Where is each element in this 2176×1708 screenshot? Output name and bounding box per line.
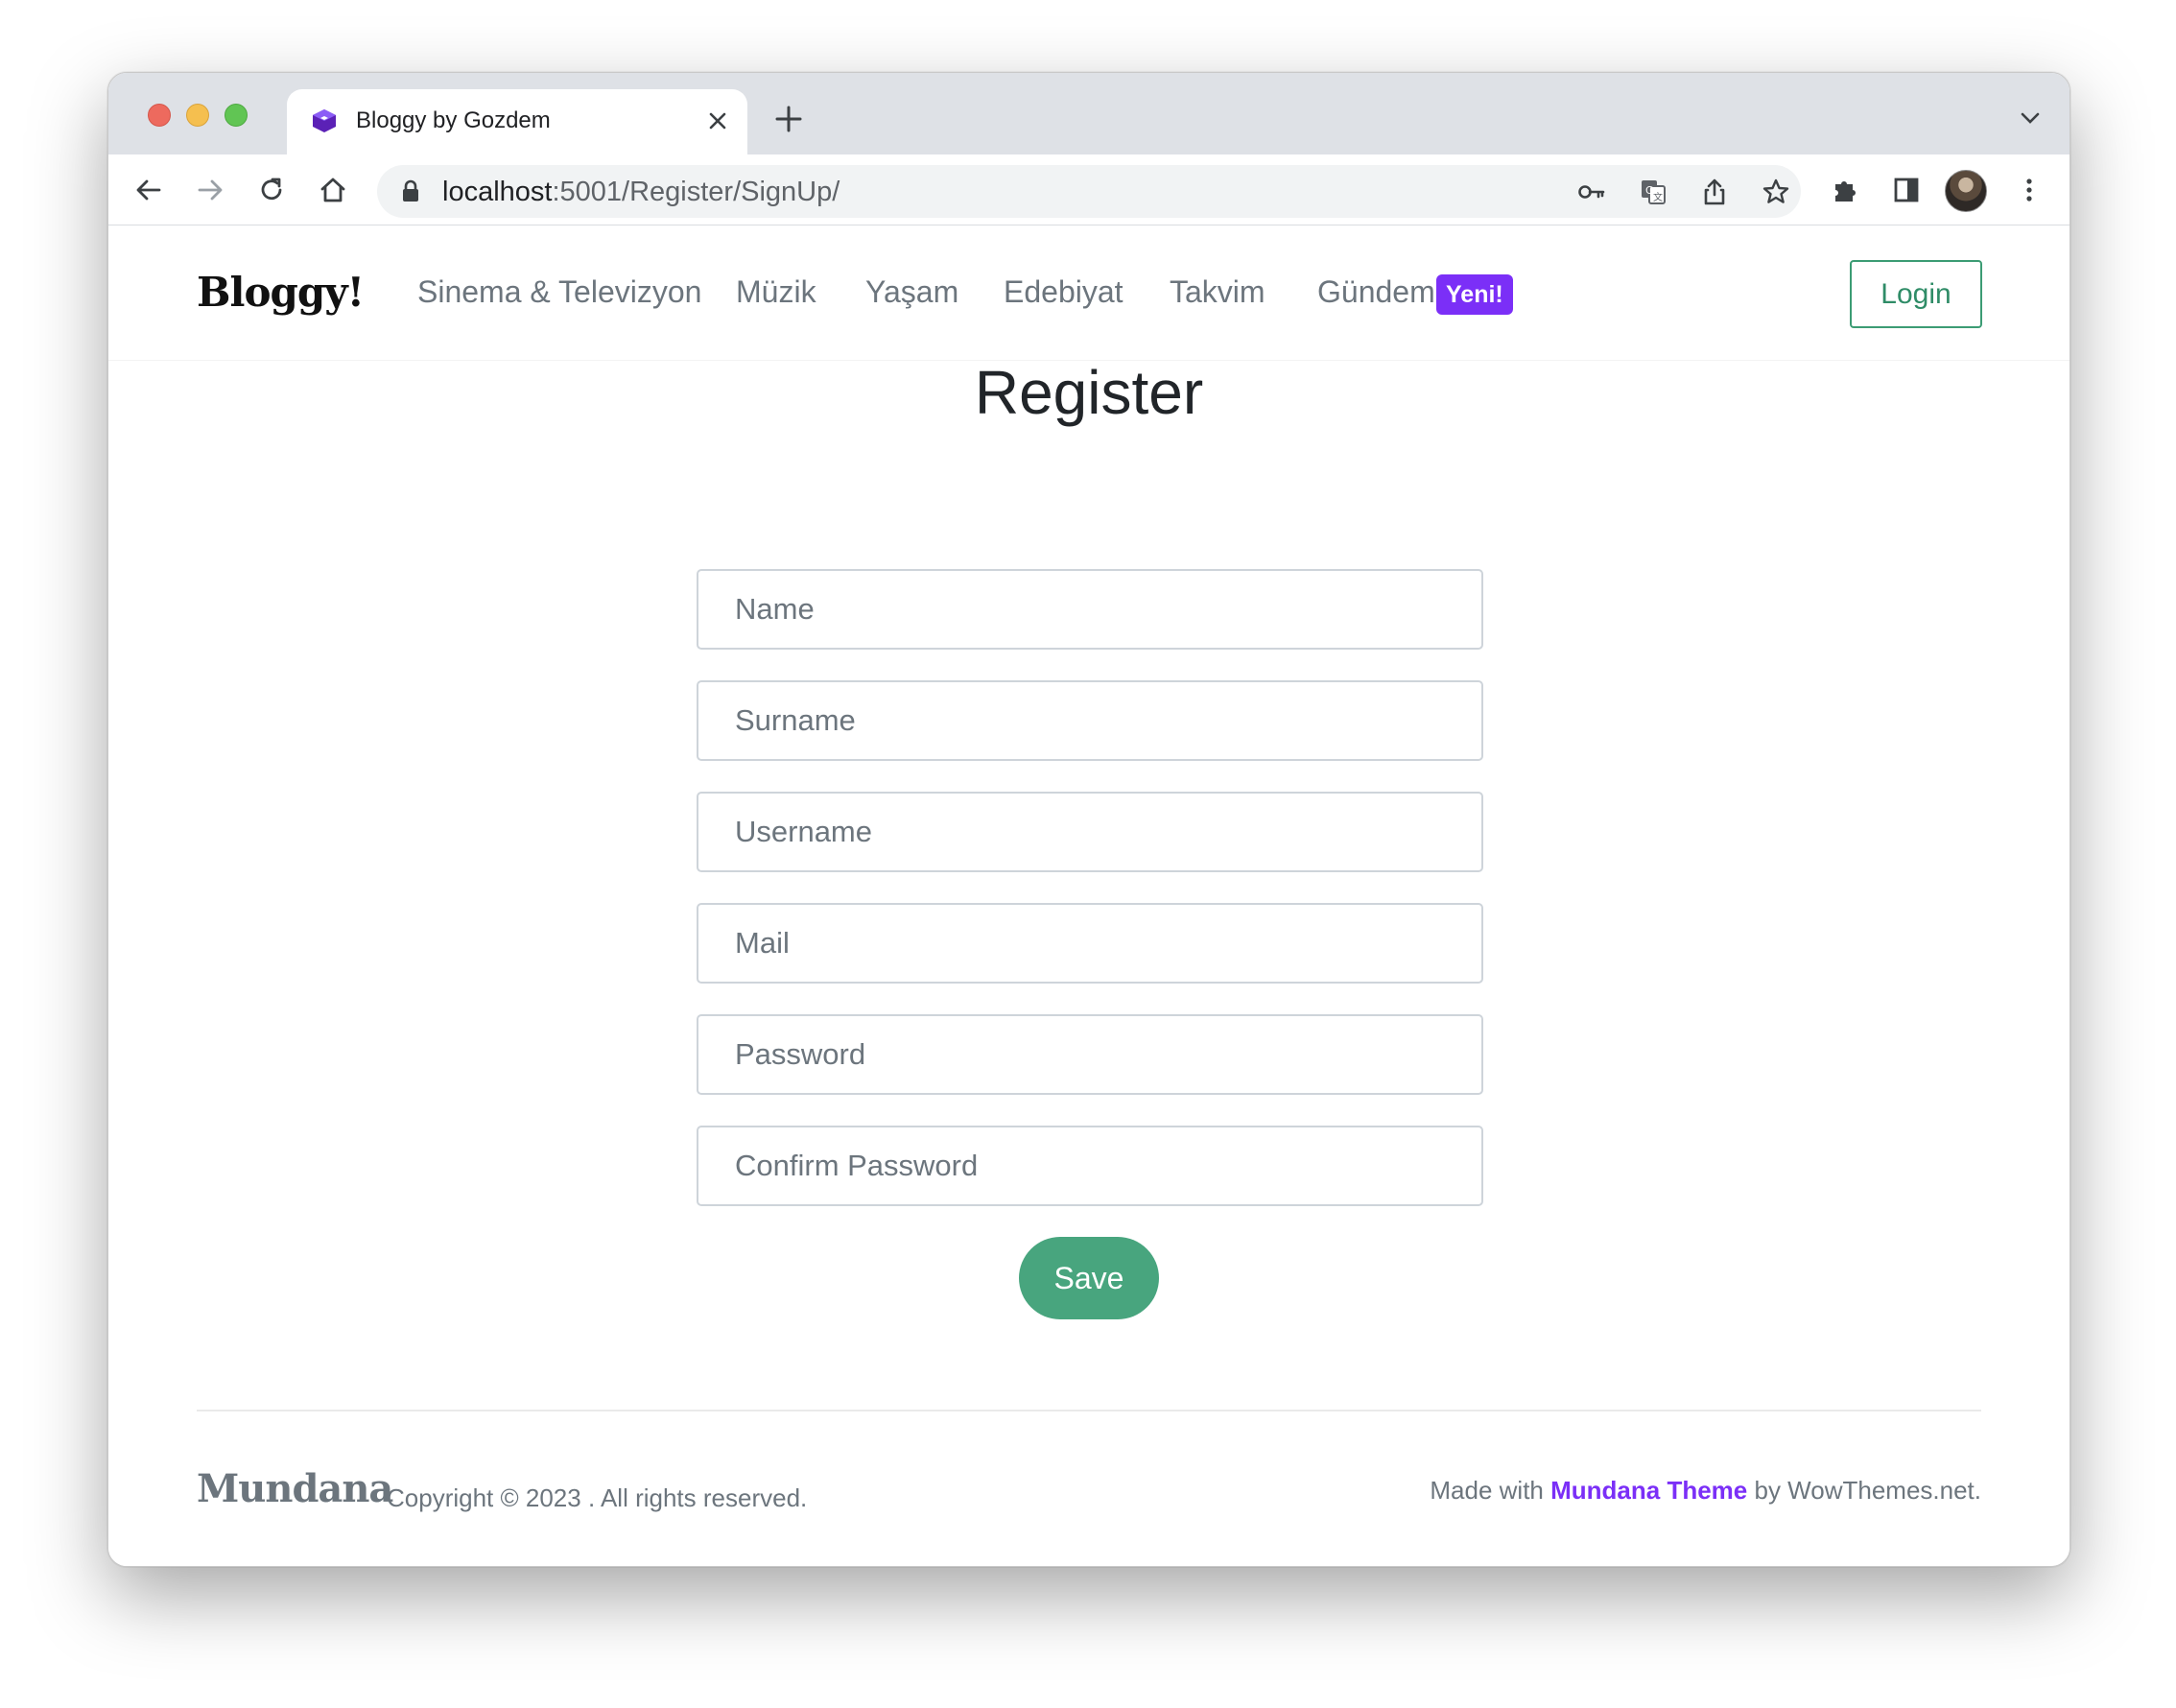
maximize-window-button[interactable] — [225, 104, 248, 127]
tab-strip: Bloggy by Gozdem — [108, 73, 2070, 154]
site-navbar: Bloggy! Sinema & Televizyon Müzik Yaşam … — [108, 226, 2070, 361]
tab-search-chevron-icon[interactable] — [2020, 109, 2041, 127]
nav-item-sinema[interactable]: Sinema & Televizyon — [417, 274, 701, 310]
footer-divider — [197, 1410, 1981, 1411]
extensions-icon[interactable] — [1830, 175, 1860, 205]
name-field[interactable] — [697, 569, 1483, 650]
confirm-password-field[interactable] — [697, 1126, 1483, 1206]
translate-icon[interactable]: G 文 — [1638, 177, 1668, 207]
close-tab-icon[interactable] — [705, 108, 730, 133]
url-host: localhost — [442, 177, 553, 207]
credits-text: Made with Mundana Theme by WowThemes.net… — [1430, 1476, 1981, 1506]
browser-window: Bloggy by Gozdem localhost:5001/Register… — [107, 72, 2070, 1567]
side-panel-icon[interactable] — [1891, 175, 1922, 205]
mail-field[interactable] — [697, 903, 1483, 984]
footer-logo: Mundana — [197, 1466, 393, 1511]
login-button[interactable]: Login — [1850, 260, 1982, 328]
tab-title: Bloggy by Gozdem — [356, 107, 551, 133]
page-title: Register — [974, 358, 1204, 427]
save-button[interactable]: Save — [1019, 1237, 1159, 1319]
lock-icon[interactable] — [400, 179, 421, 202]
star-icon[interactable] — [1761, 177, 1791, 207]
nav-item-takvim[interactable]: Takvim — [1170, 274, 1265, 310]
address-bar[interactable]: localhost:5001/Register/SignUp/ G 文 — [377, 165, 1801, 218]
new-tab-icon[interactable] — [773, 104, 804, 134]
theme-link[interactable]: Mundana Theme — [1550, 1476, 1747, 1505]
home-icon[interactable] — [318, 175, 348, 205]
profile-avatar[interactable] — [1945, 170, 1987, 212]
minimize-window-button[interactable] — [186, 104, 209, 127]
active-tab[interactable]: Bloggy by Gozdem — [287, 89, 747, 154]
username-field[interactable] — [697, 792, 1483, 872]
nav-item-gundem[interactable]: Gündem — [1317, 274, 1435, 310]
nav-item-edebiyat[interactable]: Edebiyat — [1004, 274, 1123, 310]
share-icon[interactable] — [1699, 177, 1730, 207]
site-favicon-icon — [313, 109, 336, 132]
close-window-button[interactable] — [148, 104, 171, 127]
copyright-text: Copyright © 2023 . All rights reserved. — [387, 1483, 808, 1512]
forward-icon[interactable] — [195, 175, 225, 205]
credits-prefix: Made with — [1430, 1476, 1551, 1505]
password-field[interactable] — [697, 1014, 1483, 1095]
nav-item-muzik[interactable]: Müzik — [736, 274, 816, 310]
new-badge: Yeni! — [1436, 274, 1513, 315]
nav-item-yasam[interactable]: Yaşam — [865, 274, 958, 310]
site-logo[interactable]: Bloggy! — [197, 269, 365, 316]
surname-field[interactable] — [697, 680, 1483, 761]
key-icon[interactable] — [1576, 177, 1607, 207]
reload-icon[interactable] — [256, 175, 287, 205]
browser-toolbar: localhost:5001/Register/SignUp/ G 文 — [108, 154, 2070, 225]
page-content: Bloggy! Sinema & Televizyon Müzik Yaşam … — [108, 226, 2070, 1566]
svg-text:文: 文 — [1653, 191, 1663, 203]
url-path: :5001/Register/SignUp/ — [552, 177, 840, 207]
back-icon[interactable] — [133, 175, 164, 205]
menu-icon[interactable] — [2014, 175, 2045, 205]
credits-suffix: by WowThemes.net. — [1747, 1476, 1981, 1505]
url-text[interactable]: localhost:5001/Register/SignUp/ — [442, 177, 840, 208]
